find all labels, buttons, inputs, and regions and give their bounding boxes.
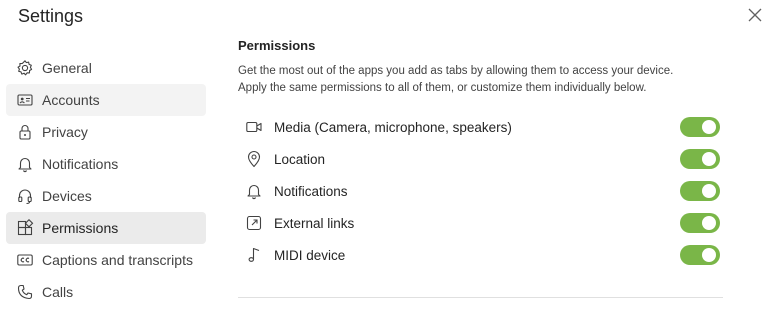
- lock-icon: [16, 123, 34, 141]
- camera-icon: [245, 118, 263, 136]
- sidebar-item-permissions[interactable]: Permissions: [6, 212, 206, 244]
- permission-row-location: Location: [238, 143, 723, 175]
- permission-label: Notifications: [274, 183, 348, 199]
- sidebar-item-label: General: [42, 60, 92, 76]
- media-toggle[interactable]: [680, 117, 720, 137]
- bell-icon: [16, 155, 34, 173]
- sidebar-item-devices[interactable]: Devices: [6, 180, 206, 212]
- permissions-description: Get the most out of the apps you add as …: [238, 63, 723, 97]
- sidebar-item-general[interactable]: General: [6, 52, 206, 84]
- midi-toggle[interactable]: [680, 245, 720, 265]
- toggle-knob: [702, 248, 716, 262]
- headset-icon: [16, 187, 34, 205]
- apps-icon: [16, 219, 34, 237]
- permission-row-media: Media (Camera, microphone, speakers): [238, 111, 723, 143]
- toggle-knob: [702, 216, 716, 230]
- settings-title: Settings: [18, 6, 84, 26]
- id-card-icon: [16, 91, 34, 109]
- location-toggle[interactable]: [680, 149, 720, 169]
- bell-icon: [245, 182, 263, 200]
- toggle-knob: [702, 120, 716, 134]
- sidebar-item-label: Privacy: [42, 124, 88, 140]
- settings-sidebar: General Accounts Privacy Notifications D…: [6, 52, 206, 308]
- sidebar-item-calls[interactable]: Calls: [6, 276, 206, 308]
- description-line: Get the most out of the apps you add as …: [238, 65, 674, 77]
- permission-row-midi: MIDI device: [238, 239, 723, 271]
- sidebar-item-label: Accounts: [42, 92, 100, 108]
- section-divider: [238, 297, 723, 298]
- sidebar-item-label: Devices: [42, 188, 92, 204]
- sidebar-item-notifications[interactable]: Notifications: [6, 148, 206, 180]
- phone-icon: [16, 283, 34, 301]
- page-title: Permissions: [238, 38, 316, 53]
- close-icon: [748, 8, 762, 22]
- toggle-knob: [702, 184, 716, 198]
- sidebar-item-accounts[interactable]: Accounts: [6, 84, 206, 116]
- gear-icon: [16, 59, 34, 77]
- notifications-toggle[interactable]: [680, 181, 720, 201]
- permission-row-notifications: Notifications: [238, 175, 723, 207]
- permissions-list: Media (Camera, microphone, speakers) Loc…: [238, 111, 723, 271]
- sidebar-item-label: Captions and transcripts: [42, 252, 193, 268]
- description-line: Apply the same permissions to all of the…: [238, 82, 647, 94]
- sidebar-item-label: Permissions: [42, 220, 119, 236]
- external-links-toggle[interactable]: [680, 213, 720, 233]
- external-link-icon: [245, 214, 263, 232]
- toggle-knob: [702, 152, 716, 166]
- sidebar-item-label: Calls: [42, 284, 74, 300]
- music-note-icon: [245, 246, 263, 264]
- permission-label: External links: [274, 215, 355, 231]
- location-pin-icon: [245, 150, 263, 168]
- sidebar-item-captions[interactable]: Captions and transcripts: [6, 244, 206, 276]
- permission-row-external-links: External links: [238, 207, 723, 239]
- permission-label: MIDI device: [274, 247, 346, 263]
- close-button[interactable]: [746, 6, 764, 24]
- sidebar-item-label: Notifications: [42, 156, 119, 172]
- cc-icon: [16, 251, 34, 269]
- sidebar-item-privacy[interactable]: Privacy: [6, 116, 206, 148]
- permissions-panel: Permissions Get the most out of the apps…: [238, 38, 723, 271]
- permission-label: Location: [274, 151, 326, 167]
- permission-label: Media (Camera, microphone, speakers): [274, 119, 512, 135]
